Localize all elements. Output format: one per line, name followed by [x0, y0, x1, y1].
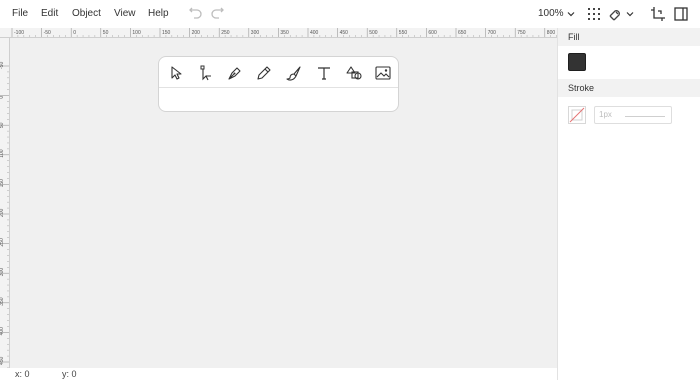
- ruler-label: 200: [192, 30, 201, 36]
- ruler-label: -50: [0, 62, 5, 69]
- ruler-label: 300: [0, 268, 5, 277]
- chevron-down-icon[interactable]: [624, 5, 636, 23]
- menu-file[interactable]: File: [12, 8, 28, 19]
- tool-row: [159, 57, 398, 88]
- stroke-width-value: 1px: [599, 110, 612, 119]
- brush-tool-icon[interactable]: [285, 64, 303, 82]
- ruler-label: 700: [488, 30, 497, 36]
- stroke-preview-line: [625, 116, 665, 117]
- ruler-label: 0: [73, 30, 76, 36]
- stroke-width-select[interactable]: 1px: [594, 106, 672, 124]
- chevron-down-icon: [567, 10, 575, 18]
- shapes-tool-icon[interactable]: [345, 64, 363, 82]
- menu-view[interactable]: View: [114, 8, 136, 19]
- ruler-label: 550: [399, 30, 408, 36]
- stroke-label: Stroke: [568, 83, 595, 93]
- menu-bar: File Edit Object View Help 100%: [0, 0, 700, 28]
- ruler-label: -100: [14, 30, 24, 36]
- grid-icon[interactable]: [585, 5, 603, 23]
- ruler-label: 200: [0, 208, 5, 217]
- snap-magnet-icon[interactable]: [606, 5, 624, 23]
- direct-select-tool-icon[interactable]: [197, 64, 215, 82]
- ruler-label: 450: [0, 356, 5, 365]
- status-bar: x: 0 y: 0: [0, 368, 557, 380]
- ruler-label: 500: [369, 30, 378, 36]
- ruler-label: 400: [310, 30, 319, 36]
- ruler-left: -50050100150200250300350400450500: [0, 38, 10, 368]
- stroke-color-swatch[interactable]: [568, 106, 586, 124]
- tool-panel: [158, 56, 399, 112]
- image-tool-icon[interactable]: [374, 64, 392, 82]
- ruler-label: 350: [0, 297, 5, 306]
- ruler-label: 800: [547, 30, 556, 36]
- pencil-tool-icon[interactable]: [255, 64, 273, 82]
- ruler-label: 600: [428, 30, 437, 36]
- zoom-select[interactable]: 100%: [538, 8, 575, 19]
- ruler-label: 0: [0, 96, 5, 99]
- ruler-label: 250: [221, 30, 230, 36]
- ruler-label: 50: [0, 122, 5, 128]
- crop-icon[interactable]: [649, 5, 667, 23]
- fill-label: Fill: [568, 32, 580, 42]
- select-tool-icon[interactable]: [167, 64, 185, 82]
- ruler-label: 650: [458, 30, 467, 36]
- ruler-label: 150: [162, 30, 171, 36]
- undo-icon[interactable]: [188, 6, 204, 22]
- ruler-label: 100: [132, 30, 141, 36]
- ruler-label: 300: [251, 30, 260, 36]
- ruler-label: 350: [280, 30, 289, 36]
- ruler-label: 50: [103, 30, 109, 36]
- ruler-label: 450: [340, 30, 349, 36]
- menu-object[interactable]: Object: [72, 8, 101, 19]
- fill-color-swatch[interactable]: [568, 53, 586, 71]
- properties-panel: Fill Stroke 1px: [557, 28, 700, 380]
- menu-edit[interactable]: Edit: [41, 8, 58, 19]
- panel-toggle-icon[interactable]: [672, 5, 690, 23]
- fill-section-header: Fill: [558, 28, 700, 46]
- menu-help[interactable]: Help: [148, 8, 169, 19]
- zoom-value: 100%: [538, 8, 564, 19]
- ruler-label: 100: [0, 149, 5, 158]
- text-tool-icon[interactable]: [315, 64, 333, 82]
- pen-tool-icon[interactable]: [226, 64, 244, 82]
- ruler-label: 750: [517, 30, 526, 36]
- ruler-label: 250: [0, 238, 5, 247]
- ruler-top: -100 -50 0 50 100 150 200 250 300 350 400 450 500 550…: [0, 28, 557, 38]
- redo-icon[interactable]: [209, 6, 225, 22]
- ruler-label: 150: [0, 179, 5, 188]
- ruler-label: -50: [44, 30, 51, 36]
- cursor-y: y: 0: [62, 369, 77, 379]
- ruler-label: 400: [0, 327, 5, 336]
- cursor-x: x: 0: [15, 369, 30, 379]
- stroke-section-header: Stroke: [558, 79, 700, 97]
